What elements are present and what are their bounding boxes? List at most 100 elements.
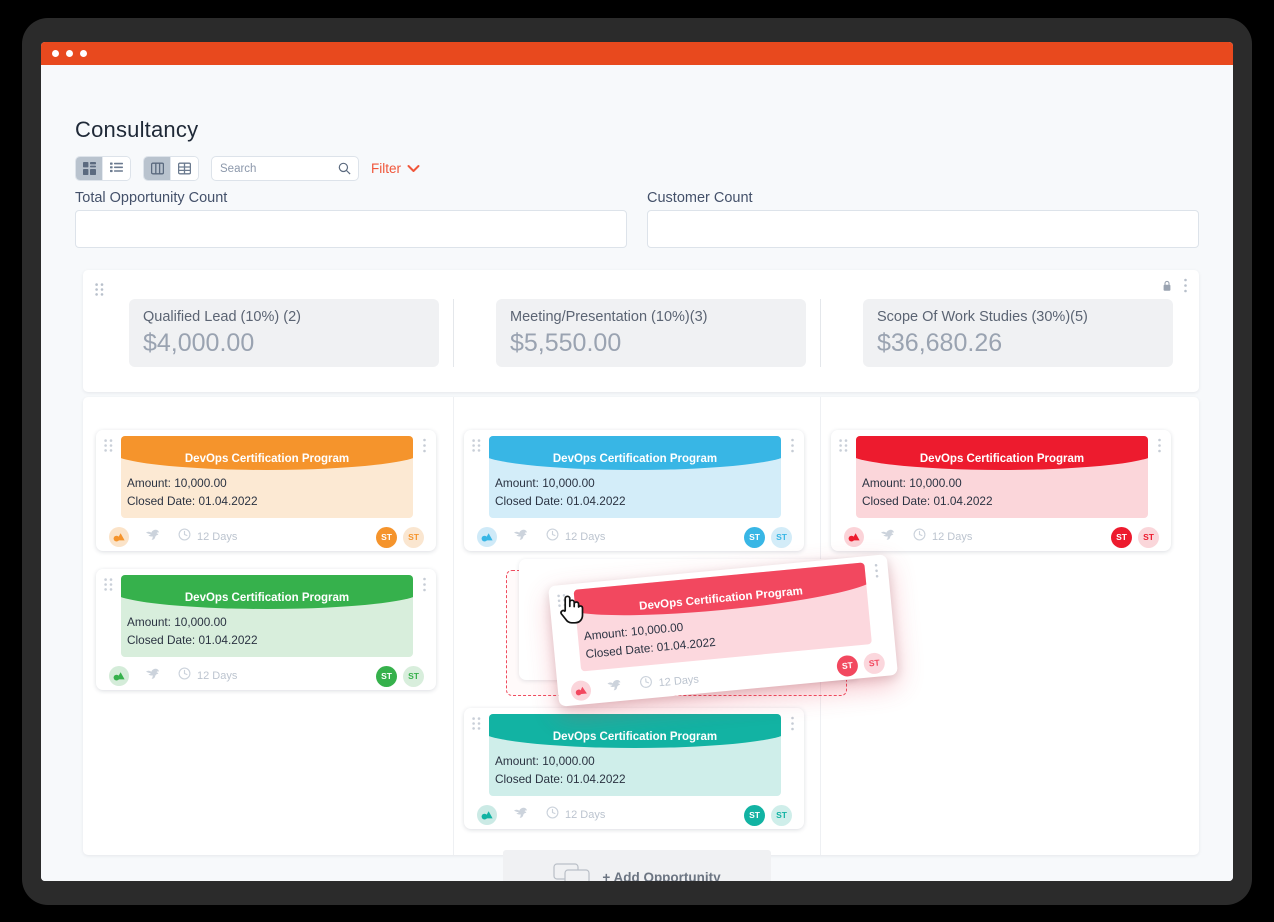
drag-handle-icon[interactable]: [472, 717, 481, 735]
stage-name: Meeting/Presentation (10%)(3): [510, 309, 708, 325]
clock-icon: [178, 667, 191, 685]
window-dot-minimize[interactable]: [66, 50, 73, 57]
shapes-badge-icon[interactable]: [109, 527, 129, 547]
kebab-menu-icon[interactable]: [1157, 438, 1162, 458]
add-opportunity-label: + Add Opportunity: [602, 869, 721, 882]
add-opportunity-button[interactable]: + Add Opportunity: [503, 850, 771, 881]
card-footer: 12 Days ST ST: [464, 523, 804, 551]
browser-window: Consultancy Search Filter Total Opportun…: [41, 42, 1233, 881]
stage-card-2[interactable]: Meeting/Presentation (10%)(3) $5,550.00: [496, 299, 806, 367]
stage-divider-1: [453, 299, 454, 367]
avatar[interactable]: ST: [744, 526, 765, 548]
avatar[interactable]: ST: [862, 651, 886, 675]
avatar[interactable]: ST: [403, 526, 424, 548]
kebab-menu-icon[interactable]: [873, 563, 880, 583]
card-footer: 12 Days ST ST: [96, 662, 436, 690]
opportunity-card[interactable]: DevOps Certification Program Amount: 10,0…: [831, 430, 1171, 551]
total-opportunity-count-field[interactable]: [75, 210, 627, 248]
card-body: DevOps Certification Program Amount: 10,0…: [121, 436, 413, 518]
card-title-text: DevOps Certification Program: [919, 453, 1085, 465]
bird-icon[interactable]: [145, 528, 160, 546]
columns-icon: [150, 162, 164, 175]
avatar[interactable]: ST: [744, 804, 765, 826]
stage-amount: $4,000.00: [143, 329, 255, 357]
search-box: [211, 156, 359, 181]
customer-count-field[interactable]: [647, 210, 1199, 248]
opportunity-card[interactable]: DevOps Certification Program Amount: 10,0…: [96, 569, 436, 690]
card-title-text: DevOps Certification Program: [552, 731, 718, 743]
avatar[interactable]: ST: [835, 654, 859, 677]
bird-icon[interactable]: [606, 678, 623, 697]
stage-column-1: Qualified Lead (10%) (2) $4,000.00: [129, 299, 439, 367]
kanban-view-button[interactable]: [144, 157, 171, 180]
card-body: DevOps Certification Program Amount: 10,0…: [489, 436, 781, 518]
toolbar: Filter: [75, 156, 420, 181]
avatar[interactable]: ST: [771, 804, 792, 826]
table-view-button[interactable]: [171, 157, 198, 180]
drag-handle-icon[interactable]: [839, 439, 848, 457]
card-closed-date: Closed Date: 01.04.2022: [495, 494, 626, 508]
stage-name: Qualified Lead (10%) (2): [143, 309, 301, 325]
stage-card-1[interactable]: Qualified Lead (10%) (2) $4,000.00: [129, 299, 439, 367]
bird-icon[interactable]: [513, 528, 528, 546]
window-dot-maximize[interactable]: [80, 50, 87, 57]
customer-count-label: Customer Count: [647, 190, 753, 206]
shapes-badge-icon[interactable]: [570, 679, 592, 702]
opportunity-card[interactable]: DevOps Certification Program Amount: 10,0…: [464, 708, 804, 829]
card-footer: 12 Days ST ST: [96, 523, 436, 551]
shapes-badge-icon[interactable]: [477, 805, 497, 825]
drag-handle-icon[interactable]: [104, 439, 113, 457]
avatar[interactable]: ST: [376, 665, 397, 687]
avatar[interactable]: ST: [1138, 526, 1159, 548]
clock-icon: [546, 528, 559, 546]
stage-summary-panel: Qualified Lead (10%) (2) $4,000.00 Meeti…: [83, 270, 1199, 392]
drag-handle-icon[interactable]: [472, 439, 481, 457]
card-amount: Amount: 10,000.00: [495, 754, 595, 768]
search-input[interactable]: [220, 157, 332, 180]
kebab-menu-icon[interactable]: [422, 438, 427, 458]
lock-icon[interactable]: [1162, 279, 1172, 297]
page-title: Consultancy: [75, 117, 199, 142]
avatar[interactable]: ST: [1111, 526, 1132, 548]
card-title-text: DevOps Certification Program: [638, 585, 804, 613]
bird-icon[interactable]: [880, 528, 895, 546]
kanban-board: DevOps Certification Program Amount: 10,0…: [83, 397, 1199, 855]
window-dot-close[interactable]: [52, 50, 59, 57]
drag-handle-icon[interactable]: [95, 283, 104, 301]
shapes-badge-icon[interactable]: [477, 527, 497, 547]
card-days-label: 12 Days: [197, 670, 238, 682]
card-title: DevOps Certification Program: [856, 436, 1148, 470]
bird-icon[interactable]: [513, 806, 528, 824]
view-toggle-group-b: [143, 156, 199, 181]
footer-spacer: [699, 666, 837, 679]
card-body: DevOps Certification Program Amount: 10,0…: [489, 714, 781, 796]
opportunity-card[interactable]: DevOps Certification Program Amount: 10,0…: [96, 430, 436, 551]
shapes-badge-icon[interactable]: [844, 527, 864, 547]
kebab-menu-icon[interactable]: [422, 577, 427, 597]
card-title: DevOps Certification Program: [489, 436, 781, 470]
bird-icon[interactable]: [145, 667, 160, 685]
avatar[interactable]: ST: [771, 526, 792, 548]
card-footer: 12 Days ST ST: [831, 523, 1171, 551]
list-view-button[interactable]: [103, 157, 130, 180]
avatar[interactable]: ST: [403, 665, 424, 687]
filter-button[interactable]: Filter: [371, 161, 420, 176]
shapes-badge-icon[interactable]: [109, 666, 129, 686]
clock-icon: [639, 675, 654, 694]
stage-card-3[interactable]: Scope Of Work Studies (30%)(5) $36,680.2…: [863, 299, 1173, 367]
drag-handle-icon[interactable]: [104, 578, 113, 596]
kebab-menu-icon[interactable]: [1183, 278, 1188, 298]
dashboard-view-button[interactable]: [76, 157, 103, 180]
kebab-menu-icon[interactable]: [790, 438, 795, 458]
view-toggle-group-a: [75, 156, 131, 181]
card-title: DevOps Certification Program: [121, 436, 413, 470]
avatar[interactable]: ST: [376, 526, 397, 548]
search-icon[interactable]: [338, 162, 351, 180]
drag-handle-icon[interactable]: [557, 594, 568, 613]
card-amount: Amount: 10,000.00: [127, 615, 227, 629]
grid-dashboard-icon: [82, 162, 96, 175]
card-title: DevOps Certification Program: [121, 575, 413, 609]
kebab-menu-icon[interactable]: [790, 716, 795, 736]
stage-divider-2: [820, 299, 821, 367]
opportunity-card[interactable]: DevOps Certification Program Amount: 10,0…: [464, 430, 804, 551]
